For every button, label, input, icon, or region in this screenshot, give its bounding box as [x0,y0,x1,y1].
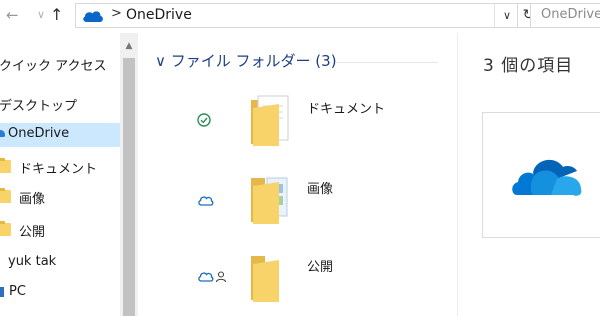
pc-icon [0,287,4,297]
nav-item-pictures[interactable]: 画像 [0,185,120,209]
folder-icon [0,158,11,173]
address-bar[interactable]: > OneDrive ∨ [75,3,518,28]
group-header[interactable]: ∨ ファイル フォルダー (3) [155,50,337,71]
onedrive-cloud-icon [0,130,5,137]
cloud-status-icon [198,196,214,206]
nav-item-onedrive[interactable]: OneDrive [0,123,120,147]
file-row[interactable]: 画像 [190,168,450,238]
scroll-up-arrow-icon[interactable]: ▲ [120,41,138,51]
file-name: ドキュメント [307,102,386,117]
nav-item-label: 公開 [19,225,46,240]
nav-item-label: yuk tak [8,254,57,269]
nav-item-user[interactable]: yuk tak [0,251,120,275]
nav-item-documents[interactable]: ドキュメント [0,155,120,179]
group-divider [335,62,438,63]
sync-check-icon [197,113,211,127]
search-input[interactable]: OneDrive [530,3,600,28]
nav-item-label: デスクトップ [0,99,78,114]
details-preview [482,112,600,238]
nav-item-label: クイック アクセス [0,59,107,74]
nav-item-label: ドキュメント [19,162,98,177]
folder-icon [0,188,11,203]
group-header-label: ファイル フォルダー (3) [170,52,337,70]
folder-large-icon [251,177,288,224]
recent-locations-chevron-icon[interactable]: ∨ [37,5,45,25]
folder-icon [0,221,11,236]
collapse-chevron-icon[interactable]: ∨ [155,52,166,70]
nav-pane-scrollbar[interactable]: ▲ [120,33,138,316]
file-row[interactable]: ドキュメント [190,88,450,158]
nav-item-label: OneDrive [8,126,70,141]
nav-item-label: PC [9,284,26,299]
nav-item-label: 画像 [19,192,46,207]
address-dropdown-chevron-icon[interactable]: ∨ [494,4,519,27]
nav-item-public[interactable]: 公開 [0,218,120,242]
breadcrumb-separator: > [111,6,122,21]
folder-large-icon [251,256,279,302]
navigation-pane: クイック アクセス デスクトップ OneDrive ドキュメント 画像 公開 y… [0,33,120,316]
nav-item-desktop[interactable]: デスクトップ [0,92,120,116]
onedrive-cloud-icon [83,11,103,22]
file-name: 公開 [307,260,334,275]
item-count: 3 個の項目 [483,56,574,76]
scrollbar-thumb[interactable] [123,58,135,316]
details-pane-divider[interactable] [457,33,458,316]
cloud-shared-status-icon [198,271,227,283]
file-name: 画像 [307,182,334,197]
breadcrumb-location[interactable]: OneDrive [126,7,192,23]
file-row[interactable]: 公開 [190,246,450,316]
back-arrow-icon[interactable]: ← [6,5,19,25]
folder-large-icon [251,95,289,146]
onedrive-logo-icon [512,159,582,196]
nav-item-pc[interactable]: PC [0,281,120,305]
nav-item-quick-access[interactable]: クイック アクセス [0,52,120,76]
up-arrow-icon[interactable]: ↑ [50,5,63,25]
address-toolbar: ← ∨ ↑ > OneDrive ∨ ↻ OneDrive [0,0,600,33]
